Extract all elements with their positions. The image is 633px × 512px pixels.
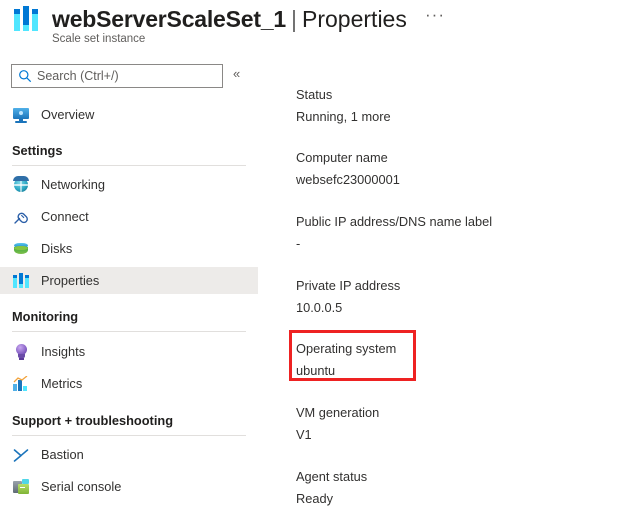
sidebar-section-monitoring: Monitoring xyxy=(12,309,79,324)
title-separator: | xyxy=(291,5,298,32)
monitor-icon xyxy=(12,106,30,124)
sidebar-item-serial-console[interactable]: Serial console xyxy=(0,473,258,500)
property-value: Running, 1 more xyxy=(296,109,391,124)
property-status: Status Running, 1 more xyxy=(296,85,391,126)
property-value: Ready xyxy=(296,491,333,506)
collapse-sidebar-button[interactable]: « xyxy=(233,66,240,81)
sidebar-section-support: Support + troubleshooting xyxy=(12,413,174,428)
section-divider xyxy=(12,435,246,436)
sidebar-item-label: Bastion xyxy=(41,447,84,462)
section-divider xyxy=(12,331,246,332)
globe-icon xyxy=(12,175,30,194)
section-divider xyxy=(12,165,246,166)
disk-icon xyxy=(12,240,30,258)
lightbulb-icon xyxy=(12,343,30,361)
property-value: V1 xyxy=(296,427,312,442)
property-label: Operating system xyxy=(296,341,397,356)
sidebar-item-insights[interactable]: Insights xyxy=(0,338,258,365)
property-label: Private IP address xyxy=(296,278,401,293)
property-label: VM generation xyxy=(296,405,380,420)
property-label: Public IP address/DNS name label xyxy=(296,214,493,229)
search-input[interactable] xyxy=(37,69,217,83)
property-operating-system: Operating system ubuntu xyxy=(296,339,396,380)
search-icon xyxy=(18,69,32,83)
property-value: ubuntu xyxy=(296,363,336,378)
bar-chart-icon xyxy=(12,375,30,393)
console-icon xyxy=(12,478,30,496)
sidebar-item-label: Serial console xyxy=(41,479,122,494)
plug-icon xyxy=(12,208,30,226)
scale-set-icon xyxy=(12,4,42,34)
sidebar-section-settings: Settings xyxy=(12,143,63,158)
property-public-ip: Public IP address/DNS name label - xyxy=(296,212,492,253)
sidebar-item-label: Overview xyxy=(41,107,95,122)
property-vm-generation: VM generation V1 xyxy=(296,403,379,444)
property-value: - xyxy=(296,236,301,251)
sidebar-item-label: Disks xyxy=(41,241,73,256)
property-agent-status: Agent status Ready xyxy=(296,467,367,508)
page-header: webServerScaleSet_1 | Properties ··· Sca… xyxy=(0,0,633,58)
bastion-icon xyxy=(12,446,30,464)
sidebar-item-label: Networking xyxy=(41,177,106,192)
more-options-button[interactable]: ··· xyxy=(424,6,446,30)
sidebar-item-overview[interactable]: Overview xyxy=(0,101,258,128)
sidebar-item-label: Connect xyxy=(41,209,89,224)
page-title-resource: webServerScaleSet_1 xyxy=(52,5,287,32)
property-value: websefc23000001 xyxy=(296,172,400,187)
sidebar-item-connect[interactable]: Connect xyxy=(0,203,258,230)
sidebar-item-disks[interactable]: Disks xyxy=(0,235,258,262)
property-computer-name: Computer name websefc23000001 xyxy=(296,148,400,189)
sidebar-item-label: Metrics xyxy=(41,376,83,391)
sidebar-item-networking[interactable]: Networking xyxy=(0,171,258,198)
resource-menu-sidebar: « Overview Settings Networking Connect D… xyxy=(0,58,258,512)
property-label: Computer name xyxy=(296,150,388,165)
property-label: Agent status xyxy=(296,469,368,484)
property-private-ip: Private IP address 10.0.0.5 xyxy=(296,276,400,317)
search-box[interactable] xyxy=(11,64,223,88)
title-row: webServerScaleSet_1 | Properties xyxy=(12,4,407,34)
properties-pane: Status Running, 1 more Computer name web… xyxy=(258,58,633,512)
sidebar-search-row: « xyxy=(0,64,258,90)
property-label: Status xyxy=(296,87,333,102)
page-title-section: Properties xyxy=(302,5,407,32)
sidebar-item-properties[interactable]: Properties xyxy=(0,267,258,294)
sidebar-item-label: Properties xyxy=(41,273,100,288)
page-subtitle: Scale set instance xyxy=(52,33,146,45)
scale-set-icon xyxy=(12,272,30,290)
sidebar-item-metrics[interactable]: Metrics xyxy=(0,370,258,397)
property-value: 10.0.0.5 xyxy=(296,300,343,315)
sidebar-item-bastion[interactable]: Bastion xyxy=(0,441,258,468)
sidebar-item-label: Insights xyxy=(41,344,86,359)
